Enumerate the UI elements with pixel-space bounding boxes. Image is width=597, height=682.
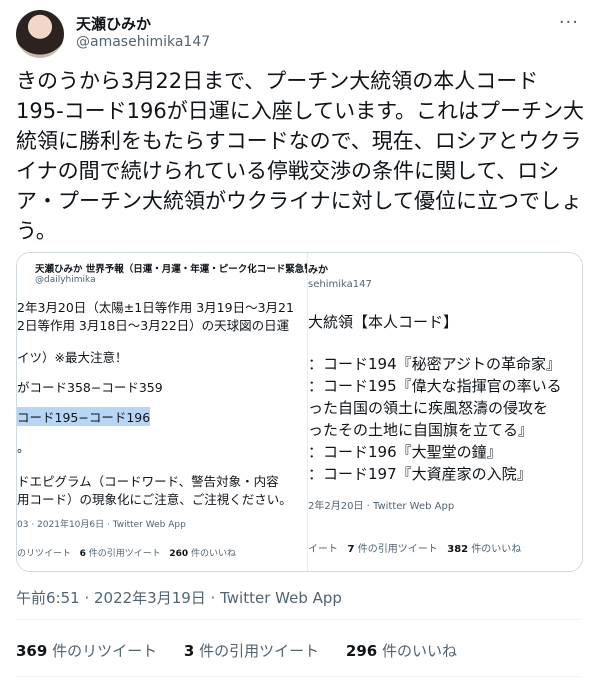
embedded-text-line: ったその土地に自国旗を立てる』 xyxy=(308,421,534,439)
tweet-media[interactable]: 天瀬ひみか 世界予報（日運・月運・年運・ピーク化コード緊急警… @dailyhi… xyxy=(16,252,583,572)
embedded-display-name: みか xyxy=(308,265,328,276)
divider xyxy=(16,619,581,620)
quotes-stat[interactable]: 3 件の引用ツイート xyxy=(184,642,319,660)
display-name[interactable]: 天瀬ひみか xyxy=(76,13,151,34)
embedded-handle: @dailyhimika xyxy=(35,275,96,285)
tweet-timestamp[interactable]: 午前6:51 · 2022年3月19日 · Twitter Web App xyxy=(16,587,342,608)
embedded-text-line: 2日等作用 3月18日〜3月22日）の天球図の日運 xyxy=(17,318,290,333)
embedded-display-name: 天瀬ひみか 世界予報（日運・月運・年運・ピーク化コード緊急警… xyxy=(35,264,307,275)
embedded-text-line: がコード358−コード359 xyxy=(17,380,163,395)
tweet-text: きのうから3月22日まで、プーチン大統領の本人コード195-コード196が日運に… xyxy=(16,69,585,243)
embedded-text-line: 2年3月20日（太陽±1日等作用 3月19日〜3月21 xyxy=(17,300,294,315)
embedded-stats: イート 7 件の引用ツイート 382 件のいいね xyxy=(308,544,522,555)
embedded-text-line: ：コード196『大聖堂の鐘』 xyxy=(308,443,502,461)
tweet-stats: 369 件のリツイート 3 件の引用ツイート 296 件のいいね xyxy=(16,640,479,661)
retweets-stat[interactable]: 369 件のリツイート xyxy=(16,642,157,660)
embedded-highlighted-line: コード195−コード196 xyxy=(17,407,151,426)
retweets-count: 369 xyxy=(16,642,48,660)
embedded-stats: のリツイート 6 件の引用ツイート 260 件のいいね xyxy=(17,549,237,559)
embedded-text-line: 。 xyxy=(17,440,30,455)
embedded-handle: sehimika147 xyxy=(308,279,372,290)
media-image-left[interactable]: 天瀬ひみか 世界予報（日運・月運・年運・ピーク化コード緊急警… @dailyhi… xyxy=(17,253,307,571)
embedded-text-line: ：コード197『大資産家の入院』 xyxy=(308,465,532,483)
quotes-label: 件の引用ツイート xyxy=(199,642,320,660)
likes-stat[interactable]: 296 件のいいね xyxy=(346,642,457,660)
embedded-text-line: イツ）※最大注意！ xyxy=(17,350,128,365)
retweets-label: 件のリツイート xyxy=(52,642,158,660)
embedded-text-line: 用コード）の現象化にご注意、ご注視ください。 xyxy=(17,492,292,507)
avatar[interactable] xyxy=(16,10,64,58)
user-handle[interactable]: @amasehimika147 xyxy=(76,34,210,50)
embedded-text-line: ：コード195『偉大な指揮官の率いる xyxy=(308,377,562,395)
divider xyxy=(16,676,581,677)
embedded-timestamp: 03 · 2021年10月6日 · Twitter Web App xyxy=(17,520,186,530)
embedded-text-line: った自国の領土に疾風怒濤の侵攻を xyxy=(308,399,549,417)
embedded-text-line: 大統領【本人コード】 xyxy=(308,313,459,331)
likes-label: 件のいいね xyxy=(382,642,458,660)
media-image-right[interactable]: みか sehimika147 大統領【本人コード】 ：コード194『秘密アジトの… xyxy=(307,253,582,571)
more-icon[interactable]: ··· xyxy=(559,12,579,33)
embedded-timestamp: 2年2月20日 · Twitter Web App xyxy=(308,501,455,512)
embedded-text-line: ：コード194『秘密アジトの革命家』 xyxy=(308,355,562,373)
tweet-header: 天瀬ひみか @amasehimika147 ··· xyxy=(16,10,581,58)
embedded-text-line: ドエピグラム（コードワード、警告対象・内容 xyxy=(17,474,279,489)
quotes-count: 3 xyxy=(183,642,195,660)
likes-count: 296 xyxy=(345,642,378,660)
